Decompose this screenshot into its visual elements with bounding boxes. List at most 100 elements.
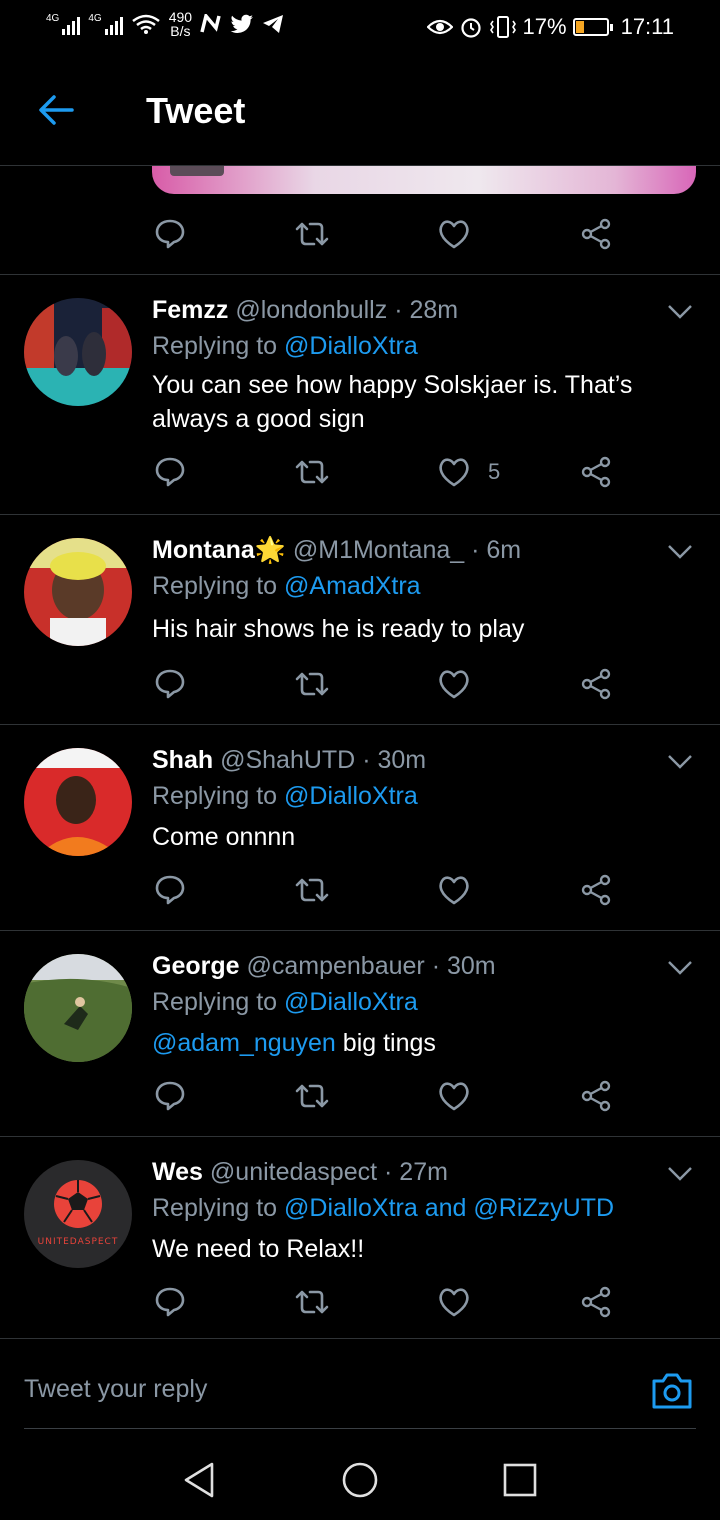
reply-input[interactable]: Tweet your reply [24, 1375, 207, 1404]
tweet-item[interactable]: UNITEDASPECT Wes @unitedaspect · 27m Rep… [0, 1136, 720, 1338]
nav-recents-icon[interactable] [500, 1460, 540, 1500]
avatar[interactable] [24, 748, 132, 856]
share-button[interactable] [578, 664, 614, 704]
chevron-down-icon[interactable] [666, 542, 694, 562]
replying-to-link[interactable]: @DialloXtra [284, 332, 418, 360]
share-button[interactable] [578, 870, 614, 910]
chevron-down-icon[interactable] [666, 302, 694, 322]
tweet-actions: 5 [152, 452, 622, 492]
tweet-actions [152, 664, 622, 704]
reply-icon [155, 875, 185, 905]
mention-link[interactable]: @adam_nguyen [152, 1029, 336, 1057]
clock: 17:11 [620, 14, 674, 39]
like-button[interactable] [436, 1076, 472, 1116]
tweet-meta: Femzz @londonbullz · 28m [152, 296, 458, 325]
reply-icon [155, 1081, 185, 1111]
replying-prefix: Replying to [152, 988, 278, 1016]
like-button[interactable]: 5 [436, 452, 500, 492]
nav-home-icon[interactable] [340, 1460, 380, 1500]
twitter-icon [230, 14, 254, 34]
reply-icon [155, 669, 185, 699]
replying-prefix: Replying to [152, 782, 278, 810]
tweet-actions [152, 870, 622, 910]
share-button[interactable] [578, 452, 614, 492]
replying-to-link[interactable]: @DialloXtra and @RiZzyUTD [284, 1194, 614, 1222]
display-name[interactable]: Shah [152, 746, 213, 774]
avatar[interactable] [24, 538, 132, 646]
composer-underline [24, 1428, 696, 1429]
retweet-button[interactable] [294, 214, 330, 254]
signal-icon: 4G [46, 13, 81, 35]
reply-button[interactable] [152, 664, 188, 704]
retweet-button[interactable] [294, 1076, 330, 1116]
share-button[interactable] [578, 1076, 614, 1116]
retweet-button[interactable] [294, 1282, 330, 1322]
signal-icon-2: 4G [88, 13, 123, 35]
chevron-down-icon[interactable] [666, 1164, 694, 1184]
retweet-button[interactable] [294, 664, 330, 704]
reply-button[interactable] [152, 870, 188, 910]
retweet-button[interactable] [294, 452, 330, 492]
camera-icon[interactable] [650, 1371, 694, 1411]
tweet-item[interactable]: Femzz @londonbullz · 28m Replying to @Di… [0, 274, 720, 514]
system-nav-bar [0, 1430, 720, 1520]
replying-to-link[interactable]: @DialloXtra [284, 988, 418, 1016]
display-name[interactable]: Montana🌟 [152, 536, 286, 564]
tweet-media-gif[interactable] [152, 166, 696, 194]
handle[interactable]: @M1Montana_ [293, 536, 464, 564]
avatar[interactable] [24, 954, 132, 1062]
tweet-text: We need to Relax!! [152, 1235, 365, 1263]
avatar-image [24, 538, 132, 646]
display-name[interactable]: George [152, 952, 240, 980]
share-icon [581, 1286, 611, 1318]
retweet-icon [295, 878, 329, 902]
replying-prefix: Replying to [152, 1194, 278, 1222]
avatar-logo-text: UNITEDASPECT [38, 1237, 119, 1247]
replying-to-link[interactable]: @AmadXtra [284, 572, 421, 600]
heart-icon [439, 876, 469, 905]
tweet-item[interactable]: Montana🌟 @M1Montana_ · 6m Replying to @A… [0, 514, 720, 724]
wifi-icon [131, 14, 160, 34]
replying-to-link[interactable]: @DialloXtra [284, 782, 418, 810]
handle[interactable]: @unitedaspect [210, 1158, 377, 1186]
share-icon [581, 218, 611, 250]
display-name[interactable]: Wes [152, 1158, 203, 1186]
share-button[interactable] [578, 214, 614, 254]
like-button[interactable] [436, 664, 472, 704]
eye-icon [426, 19, 453, 35]
network-type: 4G [46, 13, 60, 24]
handle[interactable]: @londonbullz [235, 296, 387, 324]
chevron-down-icon[interactable] [666, 752, 694, 772]
reply-button[interactable] [152, 452, 188, 492]
network-type-2: 4G [88, 13, 102, 24]
chevron-down-icon[interactable] [666, 958, 694, 978]
avatar[interactable]: UNITEDASPECT [24, 1160, 132, 1268]
reply-button[interactable] [152, 1076, 188, 1116]
replying-to: Replying to @DialloXtra [152, 332, 418, 361]
timestamp: · 30m [431, 952, 496, 980]
handle[interactable]: @campenbauer [246, 952, 424, 980]
tweet-item[interactable]: George @campenbauer · 30m Replying to @D… [0, 930, 720, 1136]
tweet-item[interactable]: Shah @ShahUTD · 30m Replying to @DialloX… [0, 724, 720, 930]
like-button[interactable] [436, 1282, 472, 1322]
display-name[interactable]: Femzz [152, 296, 228, 324]
avatar[interactable] [24, 298, 132, 406]
battery-icon [572, 18, 613, 36]
share-button[interactable] [578, 1282, 614, 1322]
reply-icon [155, 1287, 185, 1317]
tweet-meta: George @campenbauer · 30m [152, 952, 496, 981]
n-icon [200, 14, 221, 33]
reply-button[interactable] [152, 214, 188, 254]
handle[interactable]: @ShahUTD [220, 746, 355, 774]
speed-value: 490 [168, 9, 193, 25]
like-button[interactable] [436, 214, 472, 254]
back-arrow-icon[interactable] [36, 90, 76, 130]
timestamp: · 30m [362, 746, 427, 774]
like-button[interactable] [436, 870, 472, 910]
heart-icon [439, 220, 469, 249]
avatar-image: UNITEDASPECT [24, 1160, 132, 1268]
vibrate-icon [489, 16, 516, 38]
reply-button[interactable] [152, 1282, 188, 1322]
retweet-button[interactable] [294, 870, 330, 910]
nav-back-icon[interactable] [180, 1460, 220, 1500]
